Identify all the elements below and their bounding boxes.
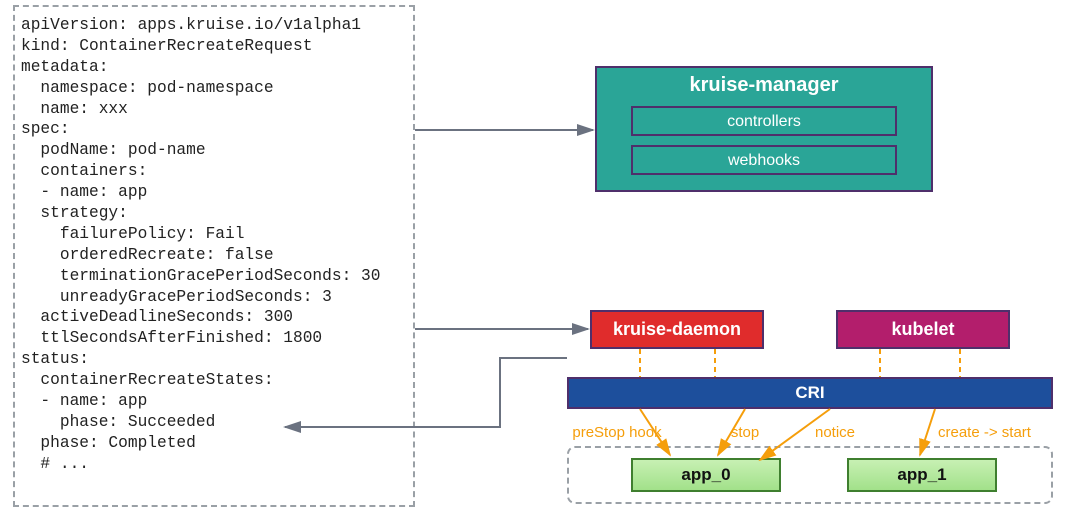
webhooks-box: webhooks [631,145,897,175]
label-notice: notice [800,424,870,441]
label-prestop: preStop hook [562,424,672,441]
yaml-text: apiVersion: apps.kruise.io/v1alpha1 kind… [21,15,407,475]
app-1-box: app_1 [847,458,997,492]
apps-container: app_0 app_1 [567,446,1053,504]
kruise-manager-box: kruise-manager controllers webhooks [595,66,933,192]
label-stop: stop [715,424,775,441]
label-create-start: create -> start [938,424,1068,441]
kruise-manager-title: kruise-manager [597,74,931,97]
diagram-stage: apiVersion: apps.kruise.io/v1alpha1 kind… [0,0,1080,513]
kubelet-box: kubelet [836,310,1010,349]
app-0-box: app_0 [631,458,781,492]
controllers-box: controllers [631,106,897,136]
cri-bar: CRI [567,377,1053,409]
yaml-manifest-panel: apiVersion: apps.kruise.io/v1alpha1 kind… [13,5,415,507]
kruise-daemon-box: kruise-daemon [590,310,764,349]
